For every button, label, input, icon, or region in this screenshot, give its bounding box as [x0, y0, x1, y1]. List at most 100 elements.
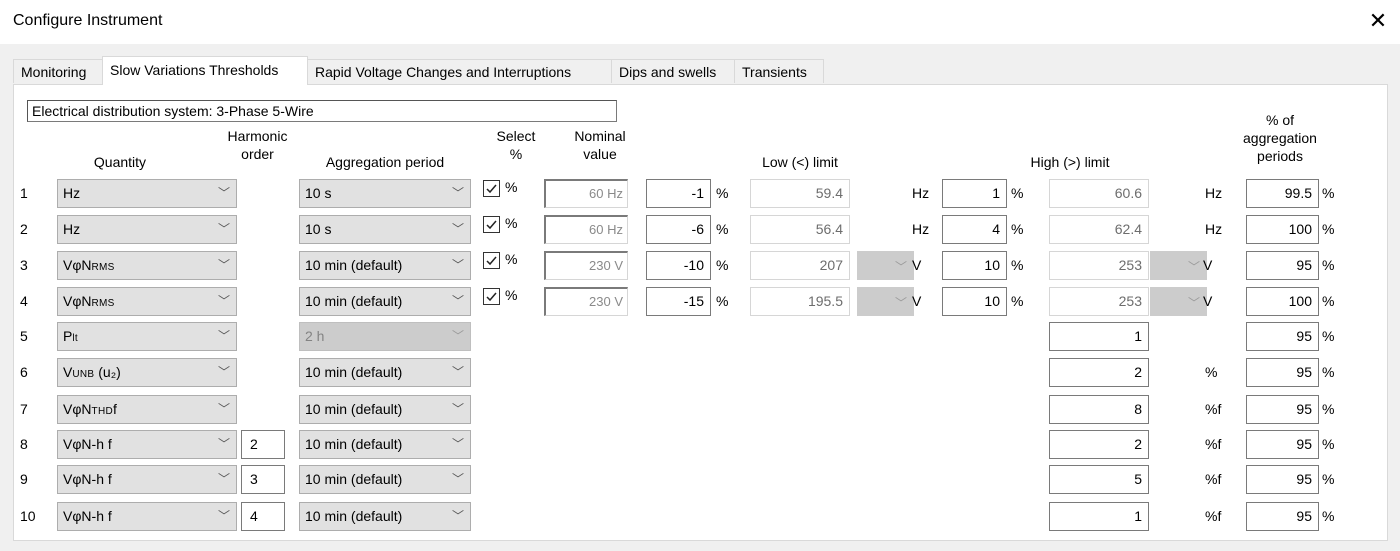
quantity-select[interactable]: VUNB (u₂) ﹀ [57, 358, 237, 387]
aggregation-pct-input[interactable]: 95 [1246, 430, 1319, 459]
chevron-down-icon: ﹀ [894, 260, 907, 274]
select-pct-label: % [505, 287, 518, 303]
high-limit-unit: %f [1205, 436, 1222, 452]
high-limit-unit: %f [1205, 401, 1222, 417]
aggregation-pct-input[interactable]: 95 [1246, 395, 1319, 424]
row-number: 7 [20, 401, 28, 417]
chevron-down-icon: ﹀ [451, 509, 464, 523]
low-limit-unit: Hz [912, 221, 930, 237]
low-limit-pct-input[interactable]: -6 [646, 215, 711, 244]
quantity-subscript: UNB [72, 369, 95, 380]
aggregation-pct-unit: % [1322, 293, 1335, 309]
aggregation-period-select[interactable]: 10 min (default) ﹀ [299, 395, 471, 424]
select-pct-checkbox[interactable] [483, 252, 500, 269]
quantity-select[interactable]: VφN-h f ﹀ [57, 502, 237, 531]
high-limit-unit: %f [1205, 471, 1222, 487]
aggregation-period-select[interactable]: 10 s ﹀ [299, 215, 471, 244]
aggregation-period-select[interactable]: 10 min (default) ﹀ [299, 358, 471, 387]
low-limit-pct-input[interactable]: -15 [646, 287, 711, 316]
quantity-main: Hz [63, 185, 81, 201]
header-pct-aggregation: % of aggregation periods [1225, 111, 1335, 165]
high-limit-input[interactable]: 2 [1049, 358, 1149, 387]
aggregation-pct-input[interactable]: 95 [1246, 465, 1319, 494]
select-pct-checkbox[interactable] [483, 180, 500, 197]
aggregation-pct-input[interactable]: 99.5 [1246, 179, 1319, 208]
tab-slow-variations-thresholds[interactable]: Slow Variations Thresholds [102, 56, 308, 85]
quantity-select[interactable]: VφNRMS ﹀ [57, 287, 237, 316]
high-limit-pct-input[interactable]: 10 [942, 251, 1007, 280]
high-limit-input[interactable]: 1 [1049, 322, 1149, 351]
quantity-select[interactable]: VφNRMS ﹀ [57, 251, 237, 280]
low-limit-value: 207 [750, 251, 850, 280]
select-pct-checkbox[interactable] [483, 288, 500, 305]
tab-monitoring[interactable]: Monitoring [13, 59, 103, 83]
high-limit-input[interactable]: 5 [1049, 465, 1149, 494]
high-pct-unit: % [1011, 293, 1024, 309]
aggregation-pct-unit: % [1322, 257, 1335, 273]
high-limit-input[interactable]: 8 [1049, 395, 1149, 424]
quantity-select[interactable]: Plt ﹀ [57, 322, 237, 351]
high-limit-unit: Hz [1205, 221, 1223, 237]
aggregation-period-select[interactable]: 10 min (default) ﹀ [299, 502, 471, 531]
harmonic-order-input[interactable]: 4 [241, 502, 285, 531]
quantity-select[interactable]: VφN-h f ﹀ [57, 465, 237, 494]
aggregation-pct-input[interactable]: 95 [1246, 358, 1319, 387]
header-pctagg-line3: periods [1257, 148, 1303, 164]
aggregation-pct-input[interactable]: 95 [1246, 322, 1319, 351]
aggregation-period-select[interactable]: 10 min (default) ﹀ [299, 465, 471, 494]
low-pct-unit: % [716, 293, 729, 309]
tab-transients[interactable]: Transients [734, 59, 824, 83]
header-harmonic-order: Harmonic order [215, 127, 300, 163]
aggregation-period-select[interactable]: 10 min (default) ﹀ [299, 287, 471, 316]
chevron-down-icon: ﹀ [451, 186, 464, 200]
nominal-value-field: 60 Hz [544, 215, 628, 244]
high-limit-pct-input[interactable]: 4 [942, 215, 1007, 244]
row-number: 8 [20, 436, 28, 452]
aggregation-pct-input[interactable]: 100 [1246, 287, 1319, 316]
header-nominal-value: Nominal value [560, 127, 640, 163]
header-harmonic-line1: Harmonic [227, 128, 288, 144]
aggregation-pct-unit: % [1322, 364, 1335, 380]
low-limit-unit: V [912, 257, 922, 273]
quantity-select[interactable]: Hz ﹀ [57, 179, 237, 208]
aggregation-period-select[interactable]: 10 min (default) ﹀ [299, 430, 471, 459]
select-pct-checkbox[interactable] [483, 216, 500, 233]
quantity-select[interactable]: VφNTHDf ﹀ [57, 395, 237, 424]
aggregation-period-select[interactable]: 10 s ﹀ [299, 179, 471, 208]
low-limit-pct-input[interactable]: -10 [646, 251, 711, 280]
tab-rapid-voltage-changes[interactable]: Rapid Voltage Changes and Interruptions [307, 59, 612, 83]
tab-dips-and-swells[interactable]: Dips and swells [611, 59, 735, 83]
aggregation-pct-input[interactable]: 100 [1246, 215, 1319, 244]
select-pct-label: % [505, 251, 518, 267]
high-limit-pct-input[interactable]: 10 [942, 287, 1007, 316]
checkmark-icon [486, 292, 497, 302]
quantity-subscript: lt [72, 333, 78, 344]
close-icon[interactable]: ✕ [1366, 9, 1390, 33]
low-pct-unit: % [716, 221, 729, 237]
quantity-select[interactable]: Hz ﹀ [57, 215, 237, 244]
low-limit-pct-input[interactable]: -1 [646, 179, 711, 208]
high-limit-value: 253 [1049, 251, 1149, 280]
harmonic-order-input[interactable]: 3 [241, 465, 285, 494]
aggregation-period-select[interactable]: 10 min (default) ﹀ [299, 251, 471, 280]
chevron-down-icon: ﹀ [451, 437, 464, 451]
select-pct-label: % [505, 179, 518, 195]
high-pct-unit: % [1011, 221, 1024, 237]
high-limit-input[interactable]: 1 [1049, 502, 1149, 531]
high-limit-input[interactable]: 2 [1049, 430, 1149, 459]
harmonic-order-input[interactable]: 2 [241, 430, 285, 459]
quantity-select[interactable]: VφN-h f ﹀ [57, 430, 237, 459]
high-limit-unit: %f [1205, 508, 1222, 524]
aggregation-pct-unit: % [1322, 471, 1335, 487]
aggregation-pct-input[interactable]: 95 [1246, 502, 1319, 531]
chevron-down-icon: ﹀ [451, 472, 464, 486]
aggregation-pct-unit: % [1322, 436, 1335, 452]
row-number: 2 [20, 221, 28, 237]
row-number: 9 [20, 471, 28, 487]
chevron-down-icon: ﹀ [217, 402, 230, 416]
quantity-main: VφN [63, 401, 92, 417]
aggregation-pct-input[interactable]: 95 [1246, 251, 1319, 280]
high-limit-pct-input[interactable]: 1 [942, 179, 1007, 208]
low-unit-select: ﹀ [857, 287, 914, 316]
high-limit-value: 60.6 [1049, 179, 1149, 208]
